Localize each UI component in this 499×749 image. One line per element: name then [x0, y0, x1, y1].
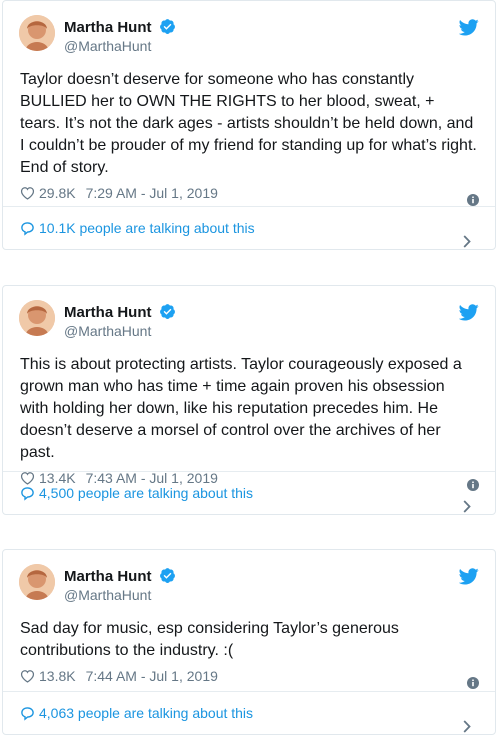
avatar[interactable] [19, 564, 55, 600]
tweet-meta: 13.8K 7:44 AM - Jul 1, 2019 [20, 662, 479, 690]
author-name-text[interactable]: Martha Hunt [64, 19, 152, 36]
talking-about-text[interactable]: 10.1K people are talking about this [39, 220, 255, 236]
tweet-timestamp[interactable]: 7:44 AM - Jul 1, 2019 [86, 668, 218, 684]
heart-icon[interactable] [20, 664, 35, 692]
talking-about-link[interactable]: 4,500 people are talking about this [3, 471, 495, 514]
talking-about-text[interactable]: 4,063 people are talking about this [39, 705, 253, 721]
twitter-bird-icon[interactable] [458, 19, 479, 41]
tweet-text: Taylor doesn’t deserve for someone who h… [20, 71, 477, 176]
tweet-card[interactable]: Martha Hunt @MarthaHunt This is about pr… [2, 285, 496, 515]
chevron-right-icon[interactable] [463, 707, 471, 749]
like-count[interactable]: 13.8K [39, 668, 76, 684]
author-handle[interactable]: @MarthaHunt [64, 38, 151, 54]
talking-about-text[interactable]: 4,500 people are talking about this [39, 485, 253, 501]
verified-badge-icon [159, 18, 176, 40]
chevron-right-icon[interactable] [463, 487, 471, 529]
tweet-header: Martha Hunt @MarthaHunt [3, 550, 495, 614]
avatar[interactable] [19, 15, 55, 51]
like-count[interactable]: 29.8K [39, 185, 76, 201]
tweet-timestamp[interactable]: 7:29 AM - Jul 1, 2019 [86, 185, 218, 201]
verified-badge-icon [159, 303, 176, 325]
author-name[interactable]: Martha Hunt [64, 18, 176, 40]
author-name[interactable]: Martha Hunt [64, 567, 176, 589]
author-name-text[interactable]: Martha Hunt [64, 568, 152, 585]
talking-about-link[interactable]: 10.1K people are talking about this [3, 206, 495, 249]
heart-icon[interactable] [20, 181, 35, 209]
tweet-header: Martha Hunt @MarthaHunt [3, 286, 495, 350]
author-handle[interactable]: @MarthaHunt [64, 323, 151, 339]
author-handle[interactable]: @MarthaHunt [64, 587, 151, 603]
talking-about-link[interactable]: 4,063 people are talking about this [3, 691, 495, 734]
speech-bubble-icon [20, 695, 35, 737]
author-name-text[interactable]: Martha Hunt [64, 304, 152, 321]
tweet-card[interactable]: Martha Hunt @MarthaHunt Sad day for musi… [2, 549, 496, 735]
author-name[interactable]: Martha Hunt [64, 303, 176, 325]
avatar[interactable] [19, 300, 55, 336]
tweet-meta: 29.8K 7:29 AM - Jul 1, 2019 [20, 179, 479, 207]
twitter-bird-icon[interactable] [458, 304, 479, 326]
speech-bubble-icon [20, 210, 35, 252]
verified-badge-icon [159, 567, 176, 589]
chevron-right-icon[interactable] [463, 222, 471, 264]
tweet-header: Martha Hunt @MarthaHunt [3, 1, 495, 65]
tweet-card[interactable]: Martha Hunt @MarthaHunt Taylor doesn’t d… [2, 0, 496, 250]
tweet-text: Sad day for music, esp considering Taylo… [20, 620, 399, 659]
twitter-bird-icon[interactable] [458, 568, 479, 590]
speech-bubble-icon [20, 475, 35, 517]
tweet-text: This is about protecting artists. Taylor… [20, 356, 462, 461]
